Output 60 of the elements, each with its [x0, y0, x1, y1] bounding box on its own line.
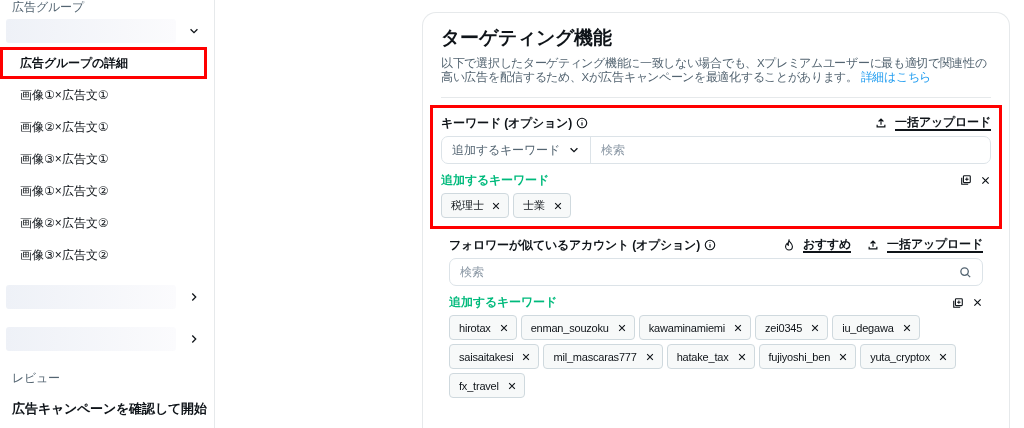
remove-icon[interactable] — [506, 380, 517, 391]
field-label: キーワード (オプション) — [441, 114, 573, 132]
keyword-chip[interactable]: mil_mascaras777 — [543, 344, 663, 370]
copy-icon[interactable] — [952, 296, 964, 309]
close-icon[interactable] — [972, 297, 983, 309]
sidebar-item[interactable]: 画像③×広告文① — [0, 143, 214, 175]
keyword-chip[interactable]: fx_travel — [449, 373, 525, 399]
section-title: ターゲティング機能 — [441, 27, 613, 50]
flame-icon[interactable] — [783, 239, 795, 252]
remove-icon[interactable] — [733, 322, 743, 333]
keyword-chip[interactable]: yuta_cryptox — [860, 344, 957, 370]
info-icon[interactable] — [576, 116, 589, 129]
recommended-link[interactable]: おすすめ — [803, 237, 851, 254]
section-label: 広告グループ — [11, 0, 86, 15]
sidebar-item[interactable]: 画像③×広告文② — [0, 239, 214, 271]
search-icon — [959, 265, 972, 279]
keyword-chip[interactable]: hirotax — [449, 315, 517, 341]
sidebar-item[interactable]: 画像②×広告文② — [0, 207, 214, 239]
remove-icon[interactable] — [491, 200, 502, 211]
description: 以下で選択したターゲティング機能に一致しない場合でも、Xプレミアムユーザーに最も適切で関連性の高い広告を配信するため、Xが広告キャンペーンを最適化することがあります。 詳細はこちら — [441, 55, 988, 84]
keyword-chip[interactable]: enman_souzoku — [520, 315, 635, 341]
field-label: フォロワーが似ているアカウント (オプション) — [449, 237, 701, 255]
upload-icon[interactable] — [875, 116, 887, 129]
keyword-chip[interactable]: iu_degawa — [832, 315, 920, 341]
sidebar-item[interactable]: 画像②×広告文① — [0, 111, 214, 143]
keyword-chip[interactable]: 税理士 — [441, 193, 510, 219]
remove-icon[interactable] — [553, 200, 563, 211]
search-input[interactable]: 検索 — [591, 140, 990, 159]
remove-icon[interactable] — [736, 351, 747, 362]
sidebar-item[interactable]: 画像①×広告文① — [0, 79, 214, 111]
remove-icon[interactable] — [616, 322, 627, 333]
added-keywords-label: 追加するキーワード — [441, 172, 549, 189]
remove-icon[interactable] — [498, 322, 509, 333]
keyword-type-dropdown[interactable]: 追加するキーワード — [442, 136, 591, 163]
remove-icon[interactable] — [938, 351, 949, 362]
remove-icon[interactable] — [644, 351, 655, 362]
keyword-chip[interactable]: hatake_tax — [666, 344, 755, 370]
keyword-chip[interactable]: fujiyoshi_ben — [758, 344, 857, 370]
sidebar-item[interactable]: 広告グループの詳細 — [0, 47, 207, 79]
remove-icon[interactable] — [901, 322, 912, 333]
added-keywords-label: 追加するキーワード — [449, 295, 557, 311]
remove-icon[interactable] — [810, 322, 821, 333]
sidebar-item[interactable]: 画像①×広告文② — [0, 175, 214, 207]
bulk-upload-link[interactable]: 一括アップロード — [887, 237, 983, 254]
keyword-chip[interactable]: kawaminamiemi — [638, 315, 751, 341]
section-label: レビュー — [11, 370, 61, 387]
upload-icon[interactable] — [867, 239, 879, 252]
sidebar-item[interactable]: 広告キャンペーンを確認して開始 — [0, 399, 214, 419]
close-icon[interactable] — [980, 174, 991, 186]
keyword-input-group[interactable]: 追加するキーワード 検索 — [441, 135, 991, 164]
bulk-upload-link[interactable]: 一括アップロード — [895, 114, 991, 131]
copy-icon[interactable] — [960, 174, 972, 187]
remove-icon[interactable] — [838, 351, 849, 362]
search-field[interactable]: 検索 — [449, 258, 983, 287]
keyword-chip[interactable]: 士業 — [513, 193, 571, 219]
remove-icon[interactable] — [521, 351, 532, 362]
keyword-chip[interactable]: zei0345 — [755, 315, 829, 341]
info-icon[interactable] — [704, 239, 717, 252]
search-input[interactable]: 検索 — [450, 263, 959, 282]
keyword-chip[interactable]: saisaitakesi — [449, 344, 540, 370]
